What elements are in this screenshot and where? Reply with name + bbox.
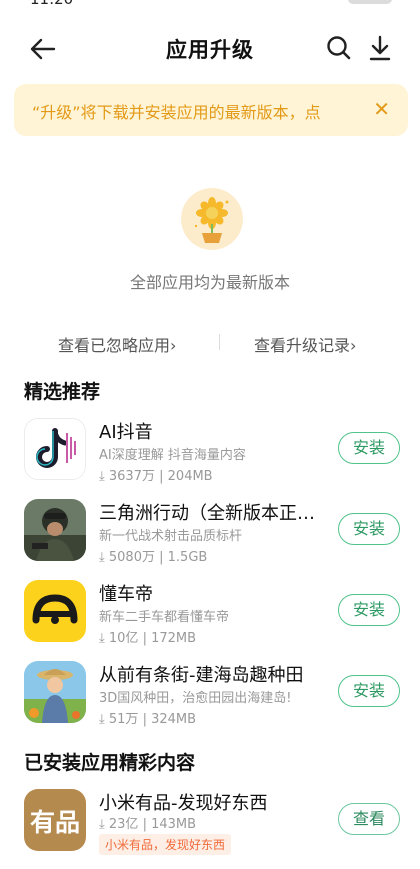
promo-tag: 小米有品，发现好东西: [99, 834, 232, 855]
list-item[interactable]: 三角洲行动（全新版本正式上线） 新一代战术射击品质标杆 ⤓ 5080万 | 1.…: [0, 499, 420, 579]
download-count-icon: ⤓: [99, 550, 105, 565]
view-button[interactable]: 查看: [338, 803, 400, 835]
meta-separator: |: [142, 631, 147, 646]
view-ignored-apps-link[interactable]: 查看已忽略应用›: [58, 332, 176, 356]
list-item[interactable]: 有品 小米有品-发现好东西 ⤓ 23亿 | 143MB 小米有品，发现好东西 查…: [0, 789, 420, 869]
app-size: 143MB: [151, 817, 197, 832]
links-row: 查看已忽略应用› 查看升级记录›: [0, 328, 420, 358]
app-name: 小米有品-发现好东西: [99, 793, 268, 814]
app-meta: ⤓ 3637万 | 204MB: [99, 465, 213, 484]
divider: [219, 334, 220, 350]
app-description: 新车二手车都看懂车帝: [99, 610, 230, 625]
dongchedi-app-icon: [24, 580, 86, 642]
download-count: 51万: [108, 712, 139, 727]
featured-section-title: 精选推荐: [24, 381, 101, 403]
app-size: 204MB: [167, 469, 213, 484]
sunflower-icon: [181, 188, 243, 250]
close-icon[interactable]: ✕: [373, 97, 390, 121]
app-name: 从前有条街-建海岛趣种田: [99, 665, 304, 686]
search-button[interactable]: [324, 33, 354, 63]
douyin-app-icon: [24, 418, 86, 480]
status-bar: 11:20: [0, 0, 420, 8]
download-count: 23亿: [108, 817, 139, 832]
app-description: 3D国风种田，治愈田园出海建岛!: [99, 691, 292, 706]
download-count-icon: ⤓: [99, 469, 105, 484]
download-icon: [369, 35, 391, 61]
list-item[interactable]: AI抖音 AI深度理解 抖音海量内容 ⤓ 3637万 | 204MB 安装: [0, 418, 420, 498]
installed-section-title: 已安装应用精彩内容: [24, 752, 196, 774]
top-bar: 应用升级: [0, 20, 420, 78]
view-upgrade-history-label: 查看升级记录: [254, 336, 351, 355]
notice-text: “升级”将下载并安装应用的最新版本，点: [32, 103, 321, 122]
youpin-logo-text: 有品: [29, 808, 80, 837]
list-item[interactable]: 从前有条街-建海岛趣种田 3D国风种田，治愈田园出海建岛! ⤓ 51万 | 32…: [0, 661, 420, 741]
download-count: 3637万: [108, 469, 155, 484]
app-description: AI深度理解 抖音海量内容: [99, 448, 246, 463]
app-meta: ⤓ 51万 | 324MB: [99, 708, 196, 727]
upgrade-notice-banner: “升级”将下载并安装应用的最新版本，点 ✕: [14, 84, 408, 136]
download-count-icon: ⤓: [99, 817, 105, 832]
download-manager-button[interactable]: [364, 32, 396, 64]
download-count-icon: ⤓: [99, 631, 105, 646]
download-count: 5080万: [108, 550, 155, 565]
install-button[interactable]: 安装: [338, 513, 400, 545]
install-button[interactable]: 安装: [338, 432, 400, 464]
meta-separator: |: [142, 712, 147, 727]
empty-state-text: 全部应用均为最新版本: [129, 273, 290, 292]
install-button[interactable]: 安装: [338, 675, 400, 707]
meta-separator: |: [159, 469, 164, 484]
app-meta: ⤓ 5080万 | 1.5GB: [99, 546, 207, 565]
app-meta: ⤓ 23亿 | 143MB: [99, 813, 196, 832]
download-count-icon: ⤓: [99, 712, 105, 727]
view-ignored-apps-label: 查看已忽略应用: [58, 336, 171, 355]
app-size: 1.5GB: [167, 550, 208, 565]
page-title: 应用升级: [166, 38, 254, 62]
list-item[interactable]: 懂车帝 新车二手车都看懂车帝 ⤓ 10亿 | 172MB 安装: [0, 580, 420, 660]
app-size: 324MB: [151, 712, 197, 727]
meta-separator: |: [142, 817, 147, 832]
meta-separator: |: [159, 550, 164, 565]
delta-force-app-icon: [24, 499, 86, 561]
install-button[interactable]: 安装: [338, 594, 400, 626]
status-icons: [348, 0, 392, 4]
app-name: 懂车帝: [99, 584, 153, 605]
youpin-app-icon: 有品: [24, 789, 86, 851]
download-count: 10亿: [108, 631, 139, 646]
app-size: 172MB: [151, 631, 197, 646]
view-upgrade-history-link[interactable]: 查看升级记录›: [254, 332, 356, 356]
app-name: 三角洲行动（全新版本正式上线）: [99, 503, 321, 524]
search-icon: [327, 36, 351, 60]
farming-game-app-icon: [24, 661, 86, 723]
status-time: 11:20: [30, 0, 73, 8]
app-meta: ⤓ 10亿 | 172MB: [99, 627, 196, 646]
app-description: 新一代战术射击品质标杆: [99, 529, 243, 544]
chevron-right-icon: ›: [350, 336, 357, 355]
chevron-right-icon: ›: [170, 336, 177, 355]
app-name: AI抖音: [99, 422, 153, 443]
